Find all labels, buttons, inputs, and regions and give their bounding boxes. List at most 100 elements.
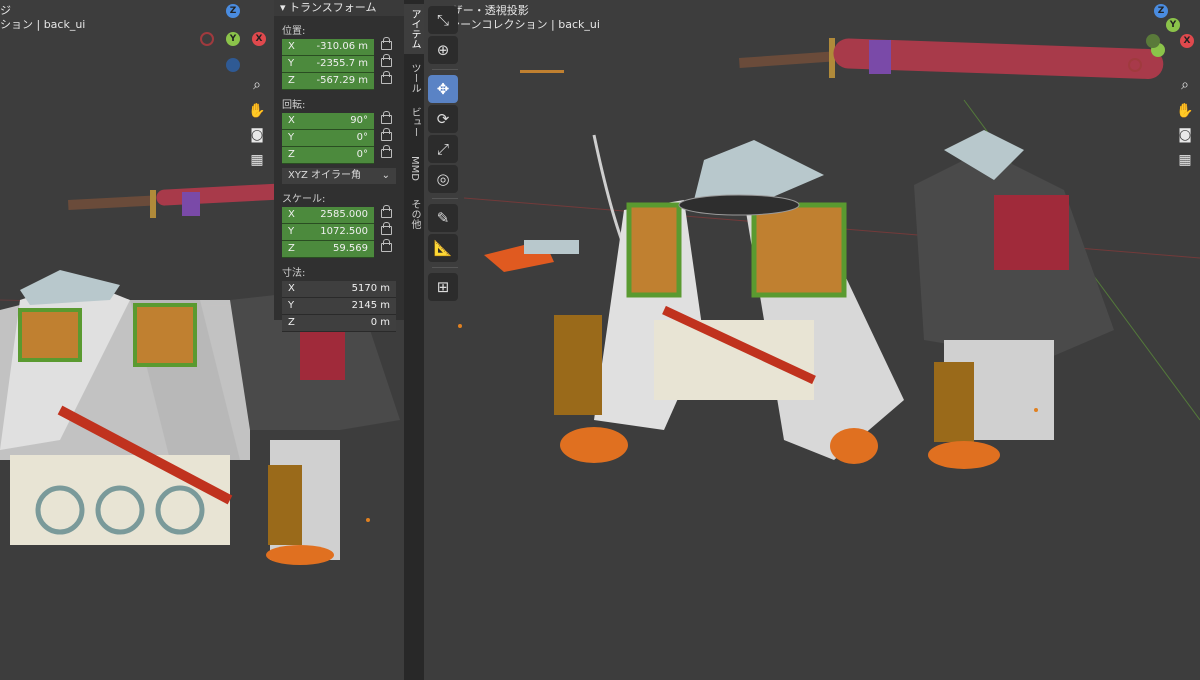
scale-z-field[interactable]: Z 59.569 — [282, 241, 374, 258]
tab-tool[interactable]: ツール — [404, 58, 424, 98]
field-value: -567.29 m — [316, 75, 368, 86]
rotation-x-field[interactable]: X 90° — [282, 113, 374, 130]
tool-shelf: ⤡ ⊕ ✥ ⟳ ⤢ ◎ ✎ 📐 ⊞ — [428, 4, 462, 303]
field-value: 0° — [356, 149, 368, 160]
gizmo-neg-x-axis[interactable] — [1128, 58, 1142, 72]
transform-panel-title: トランスフォーム — [289, 1, 377, 14]
tab-view[interactable]: ビュー — [404, 102, 424, 142]
tab-item[interactable]: アイテム — [404, 4, 424, 54]
zoom-icon[interactable]: ⌕ — [246, 74, 268, 96]
field-value: 90° — [350, 115, 368, 126]
gizmo-neg-z-axis[interactable] — [226, 58, 240, 72]
annotate-icon[interactable]: ✎ — [428, 204, 458, 232]
field-value: 2585.000 — [320, 209, 368, 220]
location-x-field[interactable]: X -310.06 m — [282, 39, 374, 56]
field-axis: X — [288, 41, 295, 52]
hand-pan-icon[interactable]: ✋ — [246, 100, 268, 122]
right-scene-render — [458, 38, 1200, 469]
rotation-label: 回転: — [282, 100, 306, 111]
field-value: 59.569 — [333, 243, 368, 254]
left-viewport-collection-label: ション | back_ui — [0, 18, 86, 31]
field-value: 1072.500 — [320, 226, 368, 237]
field-axis: Z — [288, 149, 295, 160]
gizmo-x-axis[interactable]: X — [1180, 34, 1194, 48]
dimensions-z-field[interactable]: Z 0 m — [282, 315, 396, 332]
field-axis: Y — [288, 300, 295, 311]
field-axis: Z — [288, 243, 295, 254]
lock-icon[interactable] — [381, 54, 392, 67]
field-axis: Y — [288, 58, 295, 69]
sidebar-tab-strip: アイテム ツール ビュー MMD その他 — [404, 0, 424, 680]
field-axis: X — [288, 115, 295, 126]
field-value: 0 m — [370, 317, 390, 328]
field-value: 0° — [356, 132, 368, 143]
rotate-icon[interactable]: ⟳ — [428, 105, 458, 133]
field-value: -310.06 m — [316, 41, 368, 52]
tab-other[interactable]: その他 — [404, 192, 424, 236]
location-label: 位置: — [282, 26, 306, 37]
sidebar-n-panel: ▾ トランスフォーム 位置: X -310.06 m Y -2355.7 m Z -5… — [274, 0, 405, 332]
field-value: 5170 m — [351, 283, 390, 294]
scale-icon[interactable]: ⤢ — [428, 135, 458, 163]
rotation-y-field[interactable]: Y 0° — [282, 130, 374, 147]
scale-x-field[interactable]: X 2585.000 — [282, 207, 374, 224]
field-axis: X — [288, 209, 295, 220]
location-y-field[interactable]: Y -2355.7 m — [282, 56, 374, 73]
location-z-field[interactable]: Z -567.29 m — [282, 73, 374, 90]
transform-icon[interactable]: ◎ — [428, 165, 458, 193]
gizmo-z-axis[interactable]: Z — [226, 4, 240, 18]
dimensions-y-field[interactable]: Y 2145 m — [282, 298, 396, 315]
gizmo-z-axis[interactable]: Z — [1154, 4, 1168, 18]
right-3d-viewport[interactable]: ユーザー・透視投影 (4) シーンコレクション | back_ui Z Y X … — [424, 0, 1200, 680]
field-axis: Y — [288, 226, 295, 237]
camera-icon[interactable]: ◙ — [1174, 124, 1196, 146]
toolbar-divider — [432, 198, 458, 199]
lock-icon[interactable] — [381, 111, 392, 124]
left-viewport-view-label: ジ — [0, 4, 11, 17]
collapse-triangle-icon: ▾ — [280, 1, 290, 14]
toolbar-divider — [432, 267, 458, 268]
gizmo-neg-y-axis[interactable] — [1146, 34, 1160, 48]
grid-icon[interactable]: ▦ — [1174, 149, 1196, 171]
field-value: -2355.7 m — [316, 58, 368, 69]
rotation-mode-dropdown[interactable]: XYZ オイラー角 ⌄ — [282, 168, 396, 184]
dimensions-x-field[interactable]: X 5170 m — [282, 281, 396, 298]
field-axis: Z — [288, 75, 295, 86]
toolbar-divider — [432, 69, 458, 70]
select-icon[interactable]: ⤡ — [428, 6, 458, 34]
lock-icon[interactable] — [381, 205, 392, 218]
lock-icon[interactable] — [381, 239, 392, 252]
lock-icon[interactable] — [381, 128, 392, 141]
measure-icon[interactable]: 📐 — [428, 234, 458, 262]
chevron-down-icon: ⌄ — [381, 170, 390, 181]
hand-pan-icon[interactable]: ✋ — [1174, 100, 1196, 122]
rotation-z-field[interactable]: Z 0° — [282, 147, 374, 164]
gizmo-y-axis[interactable]: Y — [1166, 18, 1180, 32]
field-axis: Y — [288, 132, 295, 143]
gizmo-neg-x-axis[interactable] — [200, 32, 214, 46]
scale-label: スケール: — [282, 194, 326, 205]
gizmo-y-axis[interactable]: Y — [226, 32, 240, 46]
lock-icon[interactable] — [381, 37, 392, 50]
grid-icon[interactable]: ▦ — [246, 149, 268, 171]
field-axis: X — [288, 283, 295, 294]
transform-panel-header[interactable]: ▾ トランスフォーム — [274, 0, 404, 16]
lock-icon[interactable] — [381, 145, 392, 158]
dimensions-label: 寸法: — [282, 268, 306, 279]
left-viewport-header: ジ ション | back_ui — [0, 4, 85, 32]
lock-icon[interactable] — [381, 71, 392, 84]
camera-icon[interactable]: ◙ — [246, 124, 268, 146]
scale-y-field[interactable]: Y 1072.500 — [282, 224, 374, 241]
move-icon[interactable]: ✥ — [428, 75, 458, 103]
lock-icon[interactable] — [381, 222, 392, 235]
tab-mmd[interactable]: MMD — [404, 148, 424, 188]
field-axis: Z — [288, 317, 295, 328]
field-value: 2145 m — [351, 300, 390, 311]
zoom-icon[interactable]: ⌕ — [1174, 74, 1196, 96]
rotation-mode-value: XYZ オイラー角 — [288, 170, 361, 181]
cursor-icon[interactable]: ⊕ — [428, 36, 458, 64]
add-cube-icon[interactable]: ⊞ — [428, 273, 458, 301]
navigation-gizmo[interactable]: Z Y X — [1126, 4, 1196, 72]
navigation-gizmo[interactable]: Z Y X — [198, 4, 268, 72]
gizmo-x-axis[interactable]: X — [252, 32, 266, 46]
